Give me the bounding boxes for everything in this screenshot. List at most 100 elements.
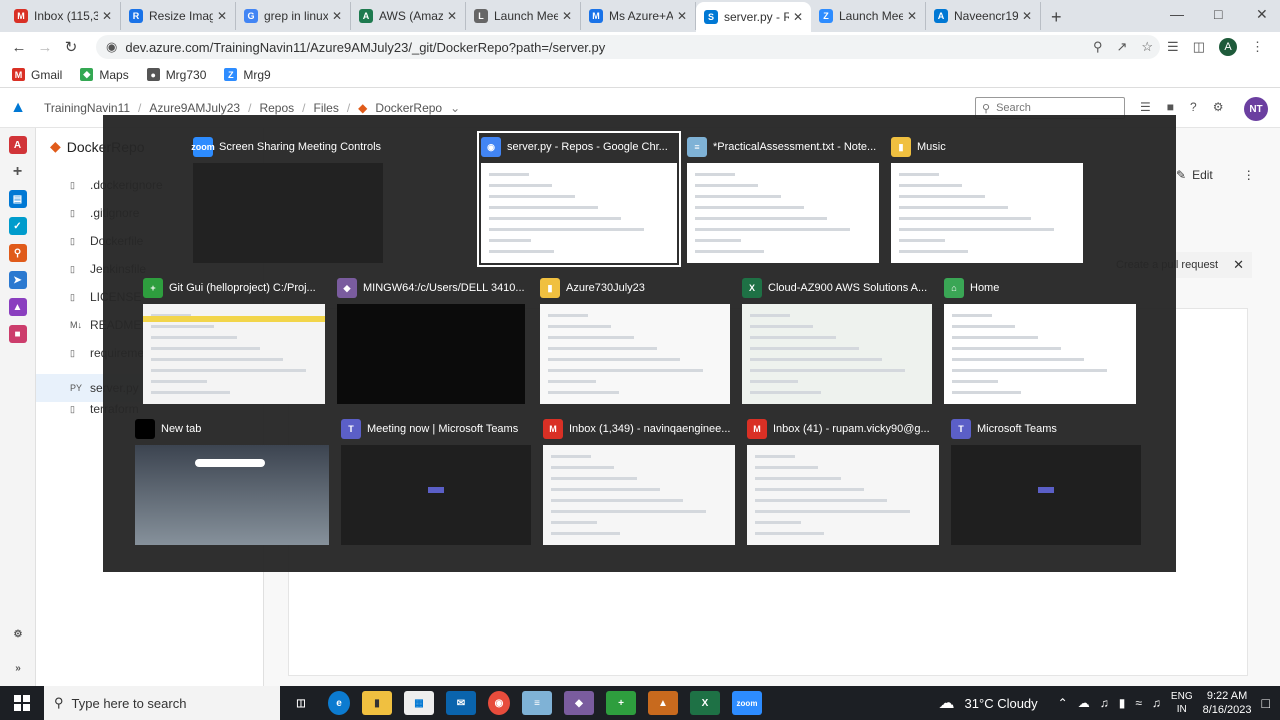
azure-devops-logo-icon[interactable]: ▲	[0, 88, 36, 128]
tab-close-icon[interactable]: ✕	[332, 9, 342, 23]
boards-icon[interactable]: ✓	[8, 217, 27, 235]
shopping-bag-icon[interactable]: ■	[1167, 100, 1174, 114]
git-gui-icon[interactable]: +	[606, 691, 636, 715]
help-icon[interactable]: ?	[1190, 100, 1197, 114]
task-view-icon[interactable]: ◫	[286, 691, 316, 715]
more-options-icon[interactable]: ⋮	[1243, 168, 1255, 182]
battery-icon[interactable]: ▮	[1119, 696, 1126, 710]
file-explorer-icon[interactable]: ▮	[362, 691, 392, 715]
tab-close-icon[interactable]: ✕	[217, 9, 227, 23]
user-settings-icon[interactable]: ⚙	[1213, 100, 1224, 114]
menu-icon[interactable]: ⋮	[1251, 39, 1264, 55]
taskbar-search[interactable]: ⚲ Type here to search	[44, 686, 280, 720]
add-icon[interactable]: +	[9, 163, 27, 181]
switcher-window[interactable]: T Microsoft Teams	[951, 417, 1141, 545]
forward-icon[interactable]: →	[32, 39, 58, 56]
profile-avatar[interactable]: A	[1219, 38, 1237, 56]
switcher-window[interactable]: ◉ server.py - Repos - Google Chr...	[477, 131, 681, 267]
switcher-window[interactable]: New tab	[135, 417, 329, 545]
switcher-window[interactable]: M Inbox (1,349) - navinqaenginee...	[543, 417, 735, 545]
switcher-window[interactable]: zoom Screen Sharing Meeting Controls	[191, 135, 383, 263]
mail-icon[interactable]: ✉	[446, 691, 476, 715]
language-indicator[interactable]: ENG IN	[1171, 690, 1193, 716]
bookmark-item[interactable]: ◆ Maps	[80, 68, 129, 82]
url-bar[interactable]: ◉ dev.azure.com/TrainingNavin11/Azure9AM…	[96, 35, 1160, 59]
breadcrumb-item[interactable]: TrainingNavin11	[44, 101, 130, 115]
switcher-window[interactable]: ◆ MINGW64:/c/Users/DELL 3410...	[337, 276, 525, 404]
new-tab-icon[interactable]: +	[1041, 7, 1072, 32]
zoom-app-icon[interactable]: zoom	[732, 691, 762, 715]
onedrive-icon[interactable]: ☁	[1078, 696, 1090, 710]
switcher-window[interactable]: ▮ Azure730July23	[540, 276, 730, 404]
browser-tab[interactable]: Sserver.py - Re ✕	[696, 2, 811, 32]
browser-tab[interactable]: A Naveencr19 ✕	[926, 2, 1041, 30]
switcher-window[interactable]: ≡ *PracticalAssessment.txt - Note...	[687, 135, 879, 263]
minimize-icon[interactable]: —	[1170, 6, 1184, 22]
maximize-icon[interactable]: □	[1214, 6, 1222, 22]
settings-gear-icon[interactable]: ⚙	[9, 625, 27, 643]
browser-tab[interactable]: M Ms Azure+Az ✕	[581, 2, 696, 30]
tab-close-icon[interactable]: ✕	[793, 10, 803, 24]
list-icon[interactable]: ☰	[1140, 100, 1151, 114]
browser-tab[interactable]: Ggrep in linux ✕	[236, 2, 351, 30]
browser-tab[interactable]: Z Launch Meeti ✕	[811, 2, 926, 30]
switcher-window[interactable]: T Meeting now | Microsoft Teams	[341, 417, 531, 545]
bookmark-item[interactable]: ● Mrg730	[146, 68, 206, 82]
clock[interactable]: 9:22 AM 8/16/2023	[1203, 689, 1252, 717]
chevron-down-icon[interactable]: ⌄	[450, 101, 460, 115]
switcher-window[interactable]: + Git Gui (helloproject) C:/Proj...	[143, 276, 325, 404]
edit-button[interactable]: ✎ Edit ⋮	[1176, 168, 1255, 182]
switcher-window[interactable]: ⌂ Home	[944, 276, 1136, 404]
test-plans-icon[interactable]: ▲	[8, 298, 27, 316]
repos-icon[interactable]: ⚲	[8, 244, 27, 262]
user-avatar[interactable]: NT	[1244, 97, 1268, 121]
weather-text[interactable]: 31°C Cloudy	[965, 696, 1038, 711]
switcher-window[interactable]: M Inbox (41) - rupam.vicky90@g...	[747, 417, 939, 545]
project-icon[interactable]: A	[8, 136, 27, 154]
tab-close-icon[interactable]: ✕	[677, 9, 687, 23]
browser-tab[interactable]: L Launch Meeti ✕	[466, 2, 581, 30]
microphone-icon[interactable]: ♫	[1100, 696, 1109, 710]
tab-close-icon[interactable]: ✕	[102, 9, 112, 23]
expand-nav-icon[interactable]: »	[9, 659, 27, 677]
chrome-icon[interactable]: ◉	[488, 691, 510, 715]
artifacts-icon[interactable]: ■	[8, 325, 27, 343]
edge-icon[interactable]: e	[328, 691, 350, 715]
switcher-window[interactable]: X Cloud-AZ900 AWS Solutions A...	[742, 276, 932, 404]
pipelines-icon[interactable]: ➤	[8, 271, 27, 289]
side-panel-icon[interactable]: ◫	[1193, 39, 1205, 55]
site-info-icon[interactable]: ◉	[106, 39, 117, 55]
reading-list-icon[interactable]: ☰	[1167, 39, 1179, 55]
switcher-window[interactable]: ▮ Music	[891, 135, 1083, 263]
tab-close-icon[interactable]: ✕	[1022, 9, 1032, 23]
browser-tab[interactable]: A AWS (Amazo ✕	[351, 2, 466, 30]
notifications-icon[interactable]: □	[1262, 695, 1270, 711]
bookmark-item[interactable]: M Gmail	[12, 68, 62, 82]
bookmark-star-icon[interactable]: ☆	[1141, 39, 1153, 55]
breadcrumb-item[interactable]: Repos	[259, 101, 294, 115]
tab-close-icon[interactable]: ✕	[447, 9, 457, 23]
share-icon[interactable]: ↗	[1116, 39, 1127, 55]
vlc-icon[interactable]: ▲	[648, 691, 678, 715]
breadcrumb-item[interactable]: Files	[313, 101, 338, 115]
zoom-icon[interactable]: ⚲	[1093, 39, 1103, 55]
tab-close-icon[interactable]: ✕	[562, 9, 572, 23]
git-bash-icon[interactable]: ◆	[564, 691, 594, 715]
start-button[interactable]	[0, 686, 44, 720]
browser-tab[interactable]: M Inbox (115,32 ✕	[6, 2, 121, 30]
store-icon[interactable]: ▦	[404, 691, 434, 715]
reload-icon[interactable]: ↻	[58, 38, 84, 56]
overview-icon[interactable]: ▤	[8, 190, 27, 208]
close-window-icon[interactable]: ✕	[1256, 6, 1268, 23]
notepad-icon[interactable]: ≡	[522, 691, 552, 715]
browser-tab[interactable]: R Resize Images ✕	[121, 2, 236, 30]
close-icon[interactable]: ✕	[1233, 257, 1244, 273]
breadcrumb-item[interactable]: Azure9AMJuly23	[149, 101, 240, 115]
bookmark-item[interactable]: Z Mrg9	[224, 68, 271, 82]
excel-icon[interactable]: X	[690, 691, 720, 715]
volume-icon[interactable]: ♫	[1152, 696, 1161, 710]
wifi-icon[interactable]: ≈	[1135, 696, 1142, 710]
back-icon[interactable]: ←	[6, 39, 32, 56]
chevron-up-icon[interactable]: ⌃	[1058, 696, 1068, 710]
tab-close-icon[interactable]: ✕	[907, 9, 917, 23]
